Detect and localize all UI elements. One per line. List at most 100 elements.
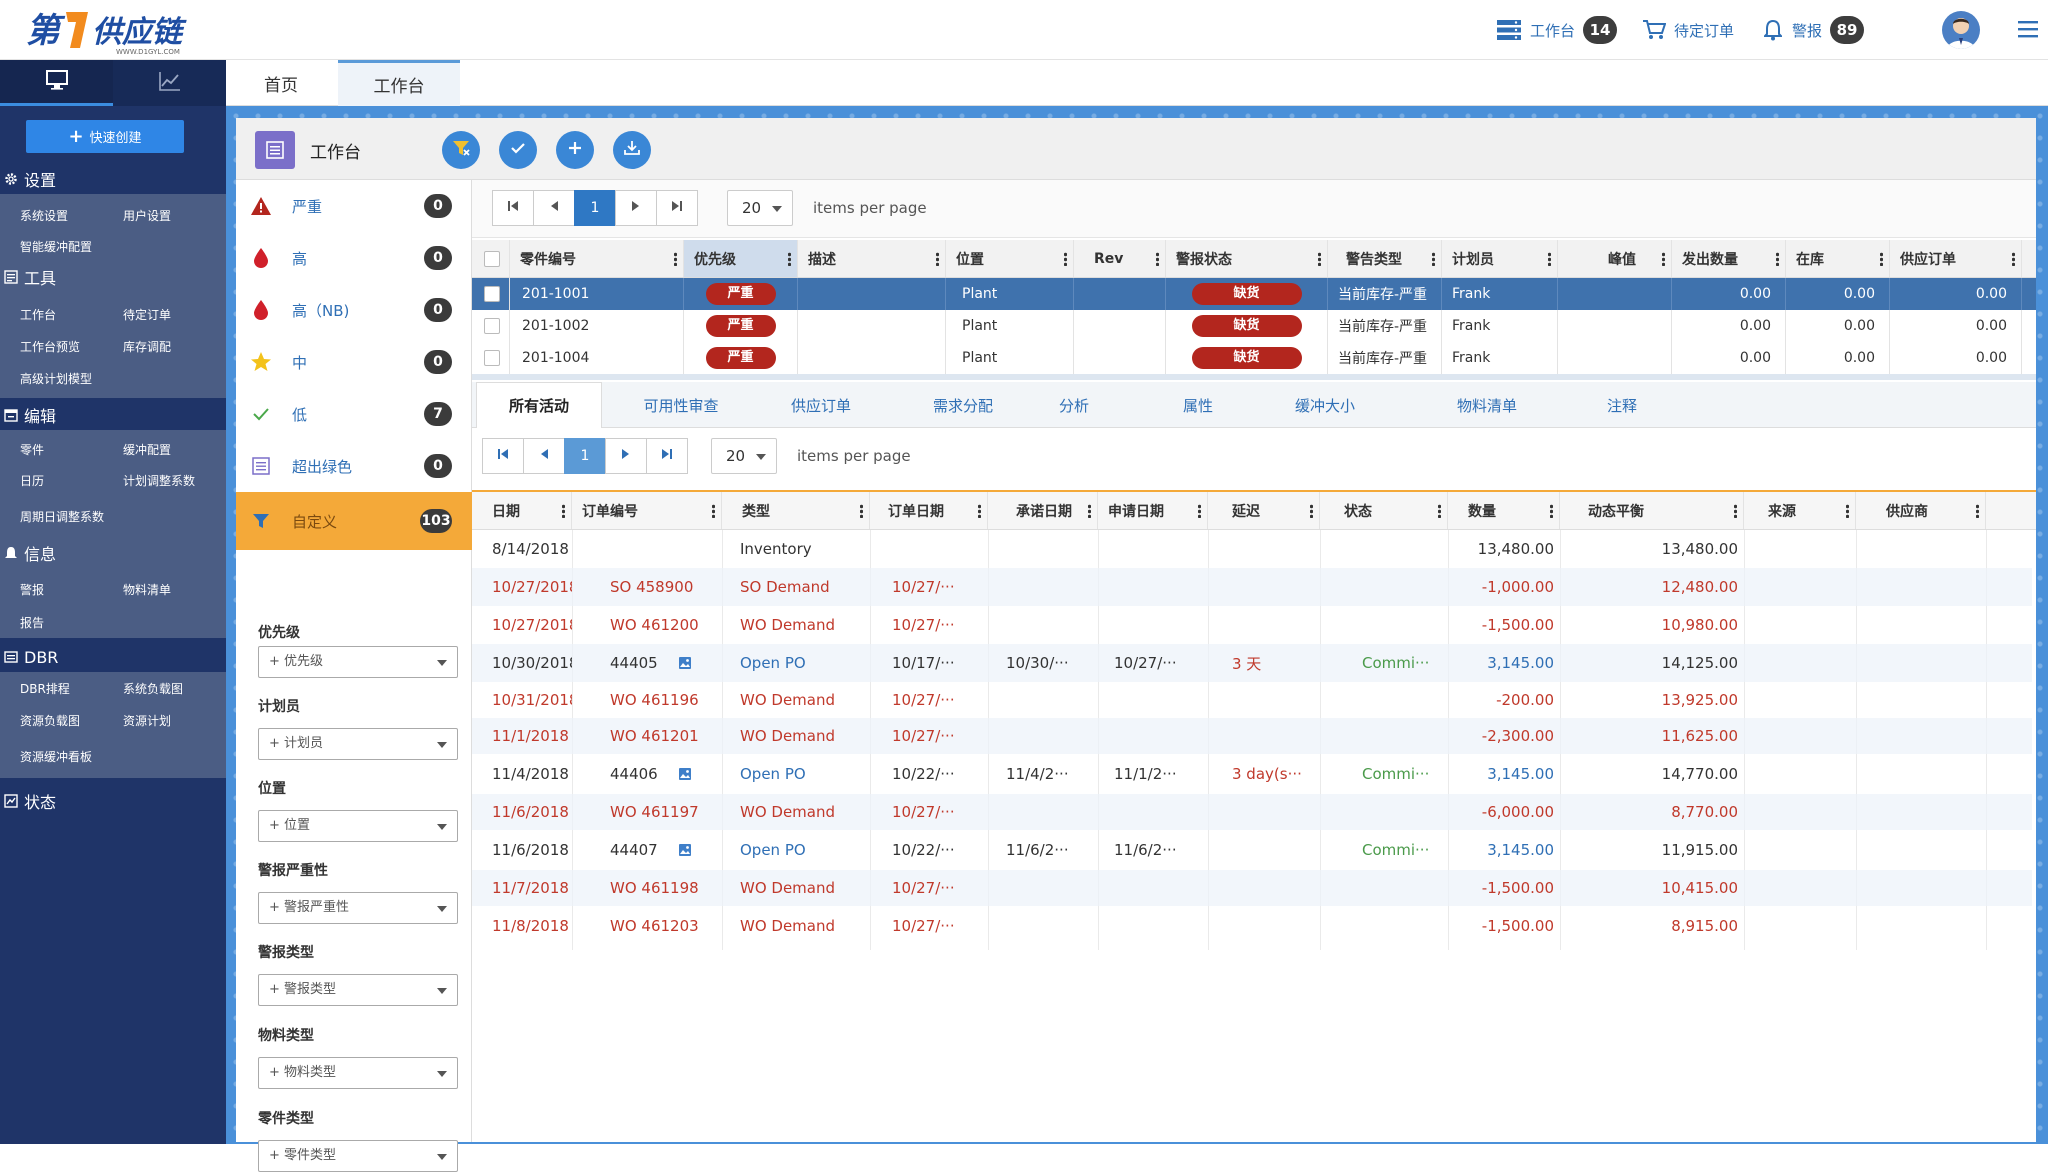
column-menu-icon[interactable] <box>1776 252 1779 266</box>
column-menu-icon[interactable] <box>1156 252 1159 266</box>
sidebar-item-advanced-model[interactable]: 高级计划模型 <box>20 370 92 387</box>
row-checkbox[interactable] <box>484 318 500 334</box>
col-issued-qty[interactable]: 发出数量 <box>1672 240 1786 277</box>
alert-row-critical[interactable]: 严重 0 <box>236 180 472 232</box>
column-menu-icon[interactable] <box>1846 504 1849 518</box>
col-supplier[interactable]: 供应商 <box>1856 492 1986 529</box>
column-menu-icon[interactable] <box>1662 252 1665 266</box>
column-menu-icon[interactable] <box>1088 504 1091 518</box>
sidebar-item-stock-allocation[interactable]: 库存调配 <box>123 338 171 355</box>
prev-page-button[interactable] <box>523 438 565 474</box>
tab-bom[interactable]: 物料清单 <box>1422 382 1552 428</box>
col-rev[interactable]: Rev <box>1074 240 1166 277</box>
sidebar-item-workbench[interactable]: 工作台 <box>20 306 56 323</box>
sidebar-item-resource-load[interactable]: 资源负载图 <box>20 712 80 729</box>
sidebar-tab-desktop[interactable] <box>0 60 113 106</box>
alert-row-low[interactable]: 低 7 <box>236 388 472 440</box>
tab-buffer-size[interactable]: 缓冲大小 <box>1260 382 1390 428</box>
column-menu-icon[interactable] <box>1064 252 1067 266</box>
col-location[interactable]: 位置 <box>946 240 1074 277</box>
col-priority[interactable]: 优先级 <box>684 240 798 277</box>
sidebar-item-parts[interactable]: 零件 <box>20 441 44 458</box>
row-checkbox-cell[interactable] <box>472 342 510 374</box>
sidebar-item-pending-orders[interactable]: 待定订单 <box>123 306 171 323</box>
sidebar-item-bom[interactable]: 物料清单 <box>123 581 171 598</box>
app-logo[interactable]: 第 供应链 WWW.D1GYL.COM <box>22 4 202 56</box>
col-planner[interactable]: 计划员 <box>1442 240 1558 277</box>
cell-order[interactable]: WO 461197 <box>610 794 710 830</box>
filter-alert-type-select[interactable]: + 警报类型 <box>258 974 458 1006</box>
col-alert-status[interactable]: 警报状态 <box>1166 240 1328 277</box>
per-page-select[interactable]: 20 <box>727 190 793 226</box>
alert-row-high-nb[interactable]: 高（NB) 0 <box>236 284 472 336</box>
column-menu-icon[interactable] <box>1880 252 1883 266</box>
cell-order[interactable]: WO 461198 <box>610 870 710 906</box>
current-page-button[interactable]: 1 <box>564 438 606 474</box>
col-warning-type[interactable]: 警告类型 <box>1328 240 1442 277</box>
col-on-hand[interactable]: 在库 <box>1786 240 1890 277</box>
cell-order[interactable]: 44407 <box>610 830 710 870</box>
column-menu-icon[interactable] <box>1976 504 1979 518</box>
tab-availability-review[interactable]: 可用性审查 <box>616 382 746 428</box>
filter-clear-button[interactable] <box>442 131 480 169</box>
tab-analysis[interactable]: 分析 <box>1024 382 1124 428</box>
alert-row-above-green[interactable]: 超出绿色 0 <box>236 440 472 492</box>
column-menu-icon[interactable] <box>1310 504 1313 518</box>
last-page-button[interactable] <box>656 190 698 226</box>
cell-order[interactable]: WO 461196 <box>610 682 710 718</box>
col-order-date[interactable]: 订单日期 <box>870 492 988 529</box>
column-menu-icon[interactable] <box>1432 252 1435 266</box>
image-icon[interactable] <box>678 767 692 781</box>
col-part-number[interactable]: 零件编号 <box>510 240 684 277</box>
column-menu-icon[interactable] <box>2012 252 2015 266</box>
select-all-checkbox[interactable] <box>484 250 500 267</box>
part-row[interactable]: 201-1002 严重 Plant 缺货 当前库存-严重 Frank 0.00 0.00 0.0… <box>472 310 2036 342</box>
sidebar-item-system-settings[interactable]: 系统设置 <box>20 207 68 224</box>
activity-row[interactable]: 11/6/2018 WO 461197 WO Demand 10/27/··· -6,0… <box>472 794 2032 830</box>
col-supply-orders[interactable]: 供应订单 <box>1890 240 2022 277</box>
part-row[interactable]: 201-1004 严重 Plant 缺货 当前库存-严重 Frank 0.00 0.00 0.0… <box>472 342 2036 374</box>
column-menu-icon[interactable] <box>788 252 791 266</box>
row-checkbox[interactable] <box>484 350 500 366</box>
activity-row[interactable]: 8/14/2018 Inventory 13,480.00 13,480.00 <box>472 530 2032 568</box>
tab-supply-orders[interactable]: 供应订单 <box>756 382 886 428</box>
tab-demand-allocation[interactable]: 需求分配 <box>898 382 1028 428</box>
user-avatar[interactable] <box>1942 11 1980 49</box>
tab-workbench[interactable]: 工作台 <box>338 60 460 106</box>
sidebar-item-resource-plan[interactable]: 资源计划 <box>123 712 171 729</box>
per-page-select[interactable]: 20 <box>711 438 777 474</box>
header-workbench[interactable]: 工作台 14 <box>1496 16 1618 44</box>
col-source[interactable]: 来源 <box>1744 492 1856 529</box>
image-icon[interactable] <box>678 843 692 857</box>
cell-order[interactable]: SO 458900 <box>610 568 710 606</box>
sidebar-section-settings[interactable]: 设置 <box>0 164 226 194</box>
sidebar-item-user-settings[interactable]: 用户设置 <box>123 207 171 224</box>
prev-page-button[interactable] <box>533 190 575 226</box>
sidebar-item-alerts[interactable]: 警报 <box>20 581 44 598</box>
filter-location-select[interactable]: + 位置 <box>258 810 458 842</box>
header-pending-orders[interactable]: 待定订单 <box>1642 16 1734 44</box>
next-page-button[interactable] <box>615 190 657 226</box>
sidebar-section-edit[interactable]: 编辑 <box>0 400 226 430</box>
sidebar-item-buffer-config[interactable]: 缓冲配置 <box>123 441 171 458</box>
sidebar-item-resource-buffer[interactable]: 资源缓冲看板 <box>20 748 92 765</box>
filter-priority-select[interactable]: + 优先级 <box>258 646 458 678</box>
column-menu-icon[interactable] <box>1198 504 1201 518</box>
row-checkbox[interactable] <box>484 286 500 302</box>
menu-icon[interactable] <box>2018 20 2038 38</box>
sidebar-section-status[interactable]: 状态 <box>0 786 226 816</box>
cell-order[interactable] <box>610 530 710 568</box>
col-dynamic-balance[interactable]: 动态平衡 <box>1560 492 1744 529</box>
col-promise-date[interactable]: 承诺日期 <box>988 492 1098 529</box>
part-row[interactable]: 201-1001 严重 Plant 缺货 当前库存-严重 Frank 0.00 0.00 0.0… <box>472 278 2036 310</box>
activity-row[interactable]: 11/7/2018 WO 461198 WO Demand 10/27/··· -1,5… <box>472 870 2032 906</box>
column-menu-icon[interactable] <box>1550 504 1553 518</box>
select-all-checkbox-cell[interactable] <box>472 240 510 277</box>
image-icon[interactable] <box>678 656 692 670</box>
col-status[interactable]: 状态 <box>1320 492 1448 529</box>
sidebar-section-tools[interactable]: 工具 <box>0 262 226 292</box>
tab-notes[interactable]: 注释 <box>1572 382 1672 428</box>
column-menu-icon[interactable] <box>1438 504 1441 518</box>
row-checkbox-cell[interactable] <box>472 278 510 310</box>
cell-order[interactable]: WO 461203 <box>610 906 710 946</box>
